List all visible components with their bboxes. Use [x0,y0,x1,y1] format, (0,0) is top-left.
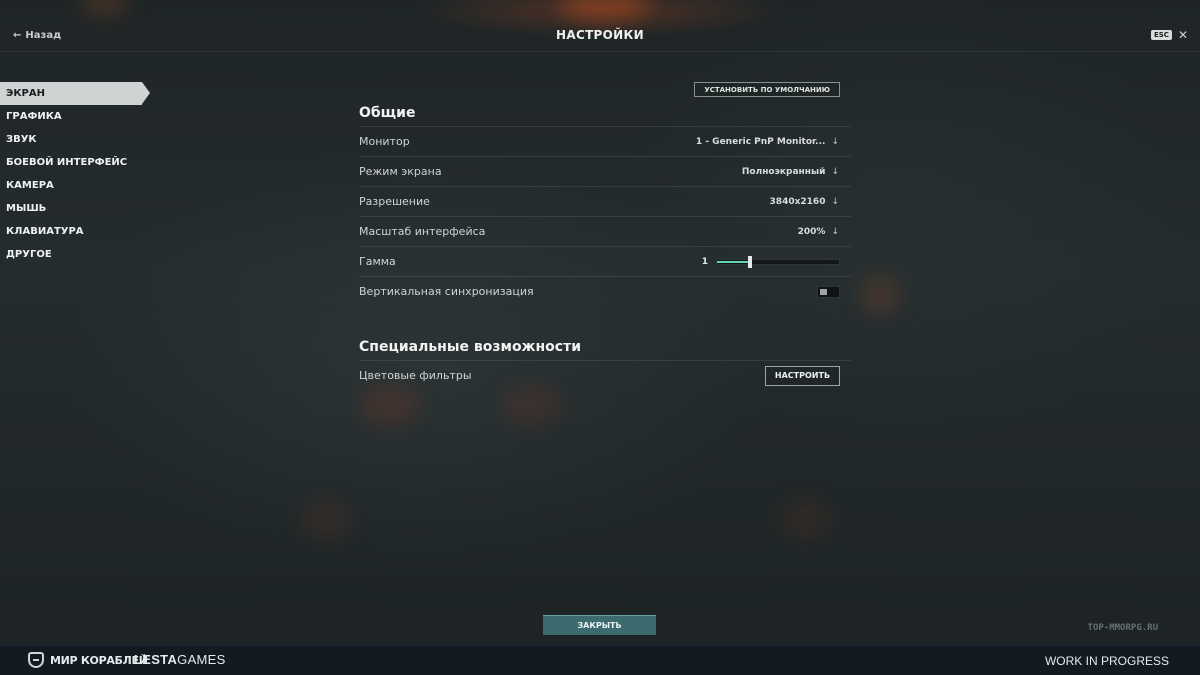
section-title-general: Общие [359,105,416,121]
esc-key-badge: ESC [1150,30,1172,40]
publisher-logo-bold: LESTA [134,652,178,667]
sidebar-item-other[interactable]: ДРУГОЕ [0,243,150,266]
gamma-control: 1 [701,255,840,268]
sidebar-item-label: КАМЕРА [6,180,54,191]
sidebar-item-label: БОЕВОЙ ИНТЕРФЕЙС [6,157,128,168]
screen-mode-dropdown[interactable]: Полноэкранный ↓ [742,167,839,177]
sidebar-item-label: ЭКРАН [6,88,45,99]
sidebar-item-keyboard[interactable]: КЛАВИАТУРА [0,220,150,243]
sidebar-item-graphics[interactable]: ГРАФИКА [0,105,150,128]
game-logo-text: МИР КОРАБЛЕЙ [50,653,148,667]
build-status: WORK IN PROGRESS [1044,654,1169,668]
gamma-value: 1 [701,256,708,267]
game-logo: МИР КОРАБЛЕЙ [28,652,148,668]
settings-content: УСТАНОВИТЬ ПО УМОЛЧАНИЮ Общие Монитор 1 … [359,80,851,390]
setting-row-color-filters: Цветовые фильтры НАСТРОИТЬ [359,360,851,390]
setting-row-screen-mode: Режим экрана Полноэкранный ↓ [359,156,851,186]
configure-color-filters-button[interactable]: НАСТРОИТЬ [765,365,840,386]
sidebar-item-screen[interactable]: ЭКРАН [0,82,150,105]
background-glow [360,385,420,425]
sidebar-item-label: ГРАФИКА [6,111,62,122]
close-button[interactable]: ЗАКРЫТЬ [543,615,656,635]
reset-defaults-button[interactable]: УСТАНОВИТЬ ПО УМОЛЧАНИЮ [694,82,840,97]
vsync-toggle[interactable] [817,285,840,298]
publisher-logo: LESTAGAMES [134,652,226,667]
setting-row-monitor: Монитор 1 - Generic PnP Monitor... ↓ [359,126,851,156]
sidebar-item-mouse[interactable]: МЫШЬ [0,197,150,220]
gamma-slider[interactable] [716,255,840,268]
arrow-down-icon: ↓ [831,166,839,177]
setting-label: Монитор [359,135,410,148]
dropdown-value: Полноэкранный [741,166,826,177]
toggle-knob [820,288,827,295]
setting-label: Разрешение [359,195,430,208]
section-title-accessibility: Специальные возможности [359,339,582,355]
background-glow [780,500,830,540]
background-glow [500,385,560,425]
sidebar-item-label: МЫШЬ [6,203,47,214]
gamma-slider-handle[interactable] [748,255,752,268]
arrow-down-icon: ↓ [831,196,839,207]
gamma-slider-fill [717,260,750,263]
page-title: НАСТРОЙКИ [556,28,644,42]
sidebar-item-label: КЛАВИАТУРА [6,226,84,237]
monitor-dropdown[interactable]: 1 - Generic PnP Monitor... ↓ [696,137,839,147]
sidebar-item-sound[interactable]: ЗВУК [0,128,150,151]
dropdown-value: 200% [797,226,826,237]
setting-row-resolution: Разрешение 3840x2160 ↓ [359,186,851,216]
sidebar-item-camera[interactable]: КАМЕРА [0,174,150,197]
sidebar-item-label: ЗВУК [6,134,37,145]
background-glow [300,500,350,540]
publisher-logo-rest: GAMES [177,652,226,667]
arrow-down-icon: ↓ [831,226,839,237]
sidebar-item-battle-interface[interactable]: БОЕВОЙ ИНТЕРФЕЙС [0,151,150,174]
watermark: TOP-MMORPG.RU [1087,623,1158,633]
setting-row-gamma: Гамма 1 [359,246,851,276]
settings-sidebar: ЭКРАН ГРАФИКА ЗВУК БОЕВОЙ ИНТЕРФЕЙС КАМЕ… [0,82,150,266]
resolution-dropdown[interactable]: 3840x2160 ↓ [770,197,839,207]
setting-label: Гамма [359,255,396,268]
setting-label: Режим экрана [359,165,442,178]
close-window-button[interactable]: ESC ✕ [1150,28,1188,42]
close-icon: ✕ [1177,28,1188,42]
background-glow [860,275,900,315]
setting-label: Вертикальная синхронизация [359,285,534,298]
arrow-down-icon: ↓ [831,136,839,147]
footer-bar: МИР КОРАБЛЕЙ LESTAGAMES WORK IN PROGRESS [0,645,1200,675]
ui-scale-dropdown[interactable]: 200% ↓ [798,227,839,237]
setting-row-vsync: Вертикальная синхронизация [359,276,851,306]
shield-icon [28,652,44,668]
setting-row-ui-scale: Масштаб интерфейса 200% ↓ [359,216,851,246]
top-bar: ← Назад НАСТРОЙКИ ESC ✕ [0,0,1200,52]
setting-label: Масштаб интерфейса [359,225,486,238]
setting-label: Цветовые фильтры [359,369,472,382]
dropdown-value: 1 - Generic PnP Monitor... [695,136,826,147]
sidebar-item-label: ДРУГОЕ [6,249,52,260]
dropdown-value: 3840x2160 [769,196,826,207]
